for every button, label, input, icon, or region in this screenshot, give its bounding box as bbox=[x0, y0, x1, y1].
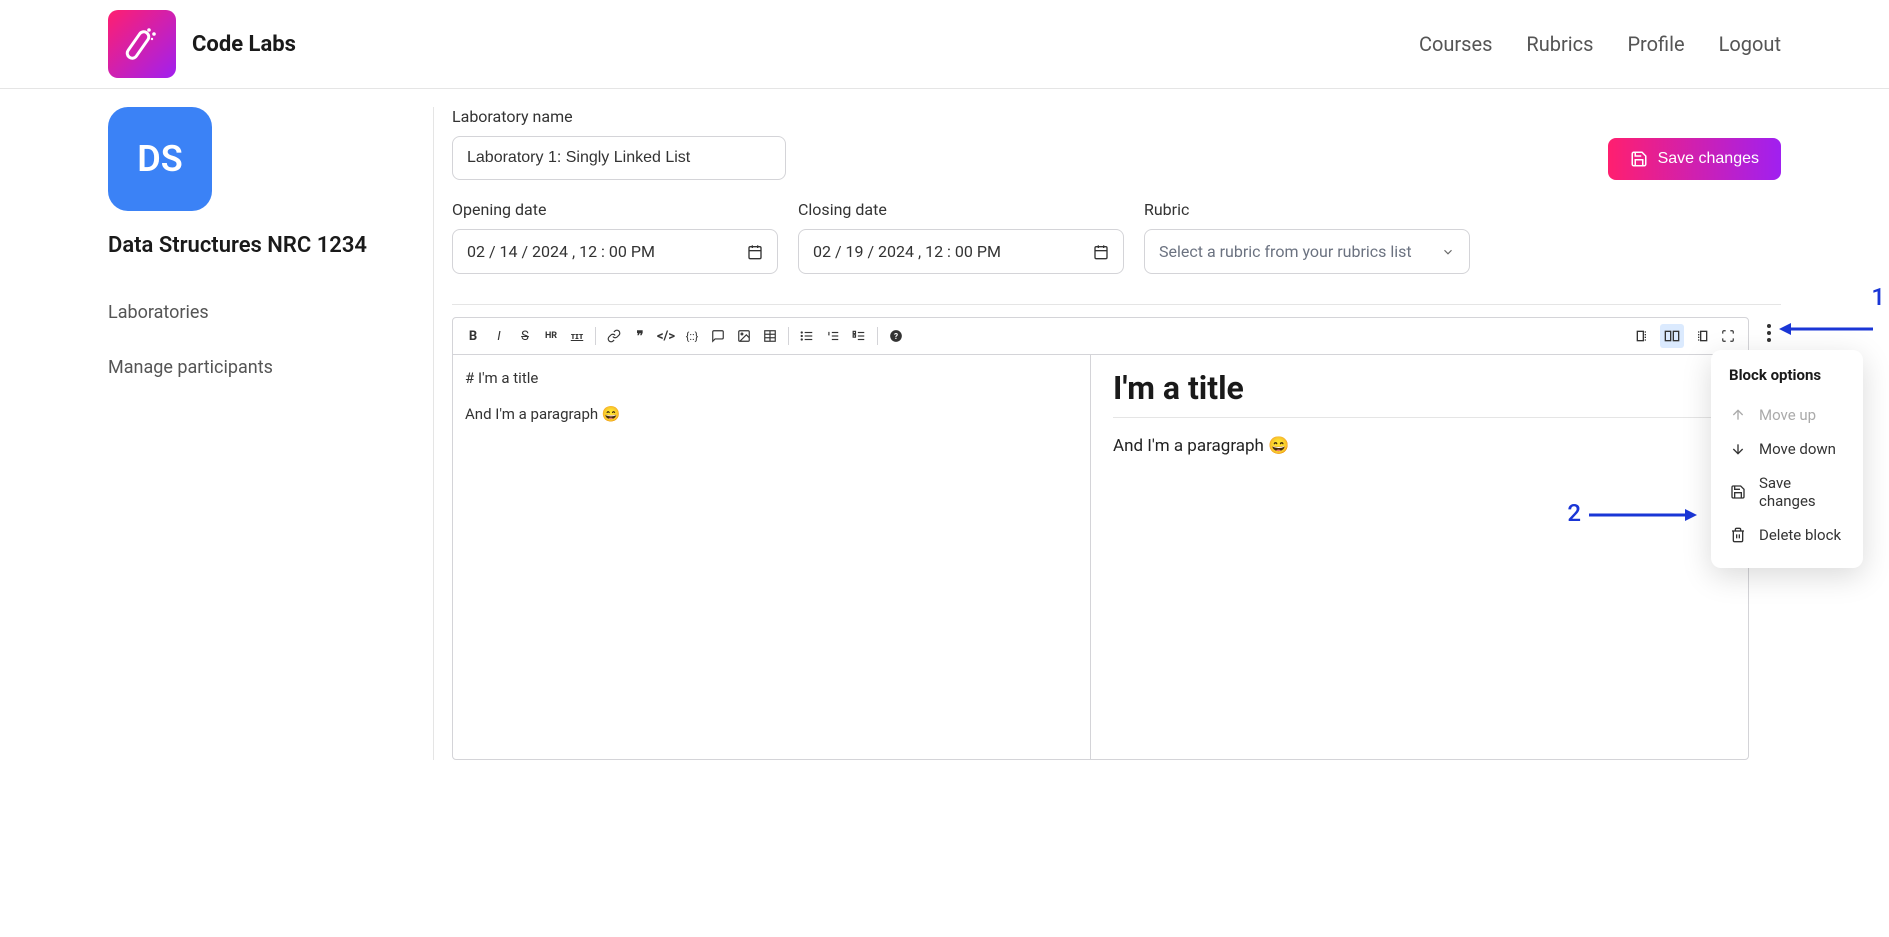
fullscreen-icon bbox=[1721, 329, 1735, 343]
course-avatar: DS bbox=[108, 107, 212, 211]
svg-text:?: ? bbox=[894, 331, 898, 341]
image-icon bbox=[737, 329, 751, 343]
bold-button[interactable]: B bbox=[461, 324, 485, 348]
closing-date-input[interactable]: 02 / 19 / 2024 , 12 : 00 PM bbox=[798, 229, 1124, 274]
nav-profile[interactable]: Profile bbox=[1627, 32, 1684, 56]
pane-split-icon bbox=[1664, 329, 1680, 343]
arrow-up-icon bbox=[1729, 406, 1747, 424]
checklist-button[interactable] bbox=[847, 324, 871, 348]
annotation-arrow-2 bbox=[1589, 507, 1697, 523]
arrow-down-icon bbox=[1729, 440, 1747, 458]
popup-save-changes[interactable]: Save changes bbox=[1729, 466, 1845, 518]
popup-move-down-label: Move down bbox=[1759, 440, 1836, 458]
rubric-label: Rubric bbox=[1144, 200, 1470, 219]
popup-delete-block[interactable]: Delete block bbox=[1729, 518, 1845, 552]
image-button[interactable] bbox=[732, 324, 756, 348]
nav-logout[interactable]: Logout bbox=[1719, 32, 1781, 56]
strike-button[interactable]: S bbox=[513, 324, 537, 348]
source-line-2: And I'm a paragraph 😄 bbox=[465, 405, 1078, 423]
olist-icon bbox=[826, 329, 840, 343]
opening-date-input[interactable]: 02 / 14 / 2024 , 12 : 00 PM bbox=[452, 229, 778, 274]
olist-button[interactable] bbox=[821, 324, 845, 348]
chevron-down-icon bbox=[1441, 245, 1455, 259]
trash-icon bbox=[1729, 526, 1747, 544]
link-button[interactable] bbox=[602, 324, 626, 348]
pane-split-button[interactable] bbox=[1660, 324, 1684, 348]
sidebar-laboratories[interactable]: Laboratories bbox=[108, 302, 413, 323]
quote-button[interactable]: ❞ bbox=[628, 324, 652, 348]
pane-left-button[interactable] bbox=[1632, 324, 1656, 348]
save-icon bbox=[1729, 483, 1747, 501]
closing-date-label: Closing date bbox=[798, 200, 1124, 219]
comment-button[interactable] bbox=[706, 324, 730, 348]
opening-date-label: Opening date bbox=[452, 200, 778, 219]
opening-date-value: 02 / 14 / 2024 , 12 : 00 PM bbox=[467, 242, 655, 261]
avatar-initials: DS bbox=[137, 138, 182, 180]
popup-move-up: Move up bbox=[1729, 398, 1845, 432]
save-button-label: Save changes bbox=[1658, 150, 1759, 168]
editor-source-pane[interactable]: # I'm a title And I'm a paragraph 😄 bbox=[453, 355, 1091, 759]
source-line-1: # I'm a title bbox=[465, 369, 1078, 387]
rubric-placeholder: Select a rubric from your rubrics list bbox=[1159, 242, 1412, 261]
ulist-icon bbox=[800, 329, 814, 343]
checklist-icon bbox=[852, 329, 866, 343]
comment-icon bbox=[711, 329, 725, 343]
table-icon bbox=[763, 329, 777, 343]
italic-button[interactable]: I bbox=[487, 324, 511, 348]
nav-rubrics[interactable]: Rubrics bbox=[1526, 32, 1593, 56]
calendar-icon bbox=[747, 244, 763, 260]
block-options-button[interactable] bbox=[1757, 321, 1781, 345]
pane-left-icon bbox=[1636, 329, 1652, 343]
help-button[interactable]: ? bbox=[884, 324, 908, 348]
popup-save-changes-label: Save changes bbox=[1759, 474, 1845, 510]
editor-toolbar: B I S HR ᴛɪᴛ ❞ </> {::} bbox=[453, 318, 1748, 355]
flask-icon bbox=[119, 21, 165, 67]
popup-delete-block-label: Delete block bbox=[1759, 526, 1841, 544]
pane-right-button[interactable] bbox=[1688, 324, 1712, 348]
closing-date-value: 02 / 19 / 2024 , 12 : 00 PM bbox=[813, 242, 1001, 261]
preview-paragraph: And I'm a paragraph 😄 bbox=[1113, 436, 1726, 456]
pane-right-icon bbox=[1692, 329, 1708, 343]
preview-title: I'm a title bbox=[1113, 369, 1726, 418]
popup-move-up-label: Move up bbox=[1759, 406, 1816, 424]
course-title: Data Structures NRC 1234 bbox=[108, 233, 413, 258]
title-button[interactable]: ᴛɪᴛ bbox=[565, 324, 589, 348]
logo[interactable] bbox=[108, 10, 176, 78]
sidebar-manage-participants[interactable]: Manage participants bbox=[108, 357, 413, 378]
hr-button[interactable]: HR bbox=[539, 324, 563, 348]
editor-preview-pane: I'm a title And I'm a paragraph 😄 bbox=[1091, 355, 1748, 759]
annotation-2: 2 bbox=[1567, 499, 1581, 527]
fullscreen-button[interactable] bbox=[1716, 324, 1740, 348]
help-icon: ? bbox=[889, 329, 903, 343]
save-icon bbox=[1630, 150, 1648, 168]
popup-title: Block options bbox=[1729, 366, 1845, 384]
nav-courses[interactable]: Courses bbox=[1419, 32, 1492, 56]
ulist-button[interactable] bbox=[795, 324, 819, 348]
annotation-1: 1 bbox=[1871, 283, 1885, 311]
codeblock-button[interactable]: {::} bbox=[680, 324, 704, 348]
annotation-arrow-1 bbox=[1779, 321, 1873, 337]
brand-name: Code Labs bbox=[192, 32, 296, 57]
lab-name-label: Laboratory name bbox=[452, 107, 786, 126]
save-changes-button[interactable]: Save changes bbox=[1608, 138, 1781, 180]
popup-move-down[interactable]: Move down bbox=[1729, 432, 1845, 466]
table-button[interactable] bbox=[758, 324, 782, 348]
block-options-popup: Block options Move up Move down bbox=[1711, 350, 1863, 568]
code-button[interactable]: </> bbox=[654, 324, 678, 348]
rubric-select[interactable]: Select a rubric from your rubrics list bbox=[1144, 229, 1470, 274]
lab-name-input[interactable] bbox=[452, 136, 786, 180]
calendar-icon bbox=[1093, 244, 1109, 260]
link-icon bbox=[607, 329, 621, 343]
